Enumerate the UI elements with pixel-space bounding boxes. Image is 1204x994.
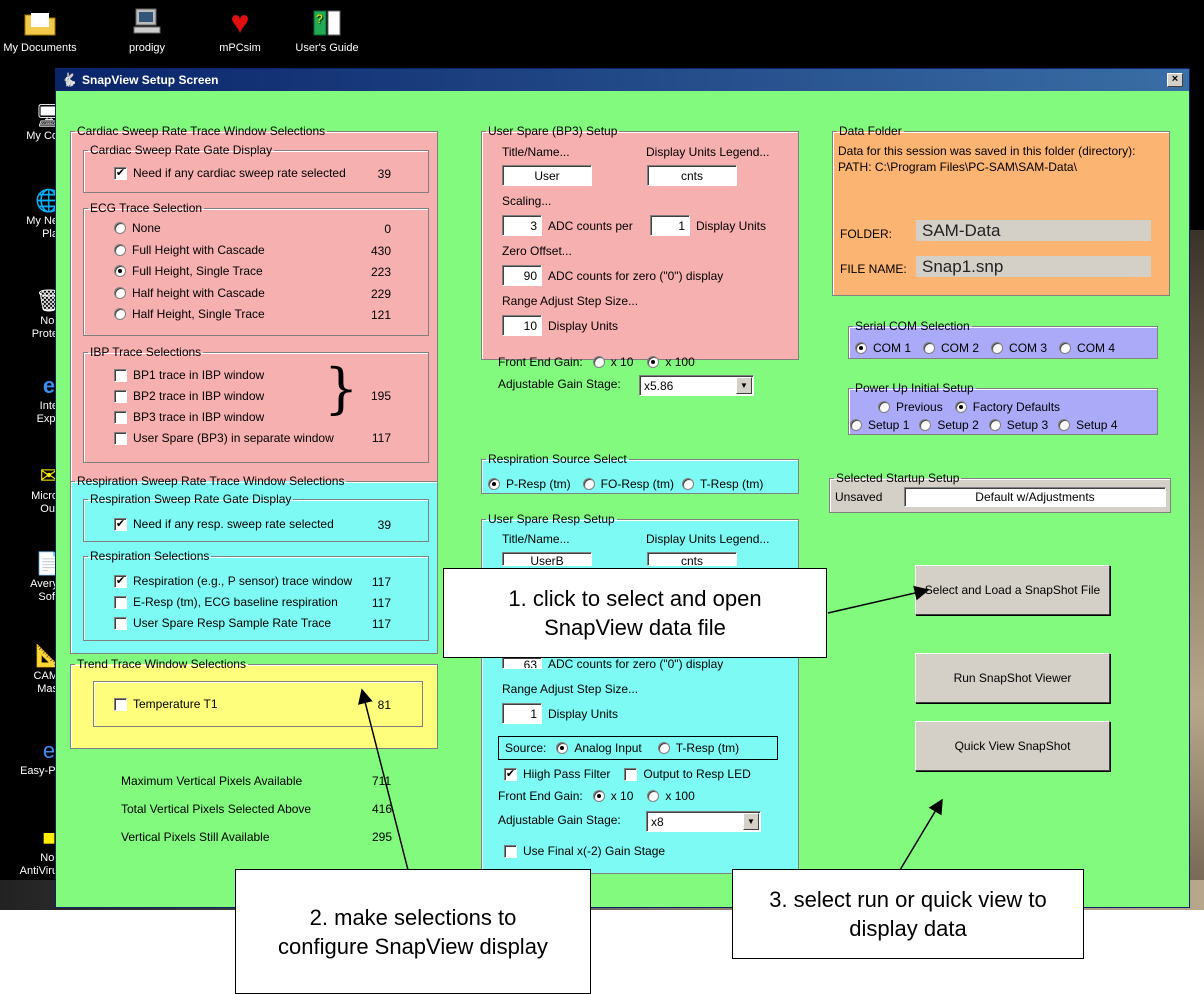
callout-2-arrow	[358, 688, 409, 871]
callout-2: 2. make selections to configure SnapView…	[235, 869, 591, 994]
callout-1: 1. click to select and open SnapView dat…	[443, 568, 827, 658]
annotation-arrows	[358, 585, 943, 871]
callout-3: 3. select run or quick view to display d…	[732, 869, 1084, 959]
callout-1-arrow	[827, 585, 930, 614]
callout-3-arrow	[899, 798, 943, 871]
